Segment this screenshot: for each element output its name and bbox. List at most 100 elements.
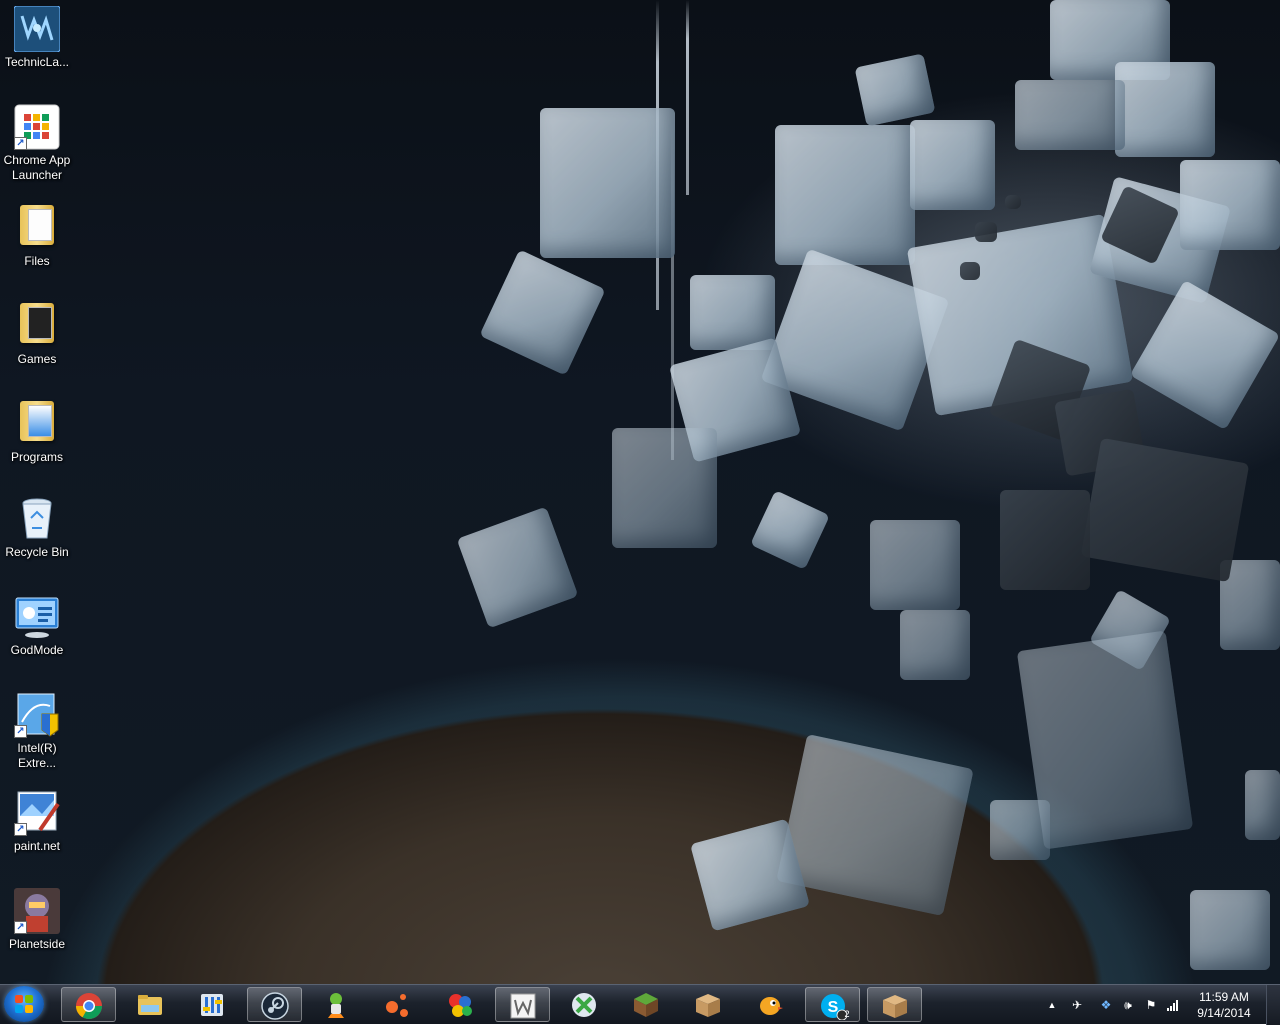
- shortcut-arrow-icon: ↗: [14, 823, 27, 836]
- wallpaper-cube: [990, 800, 1050, 860]
- action-center-flag-icon[interactable]: ⚑: [1144, 998, 1158, 1012]
- wallpaper-beam: [686, 0, 689, 195]
- desktop-icon-programs[interactable]: Programs: [0, 398, 74, 465]
- wallpaper-cube: [854, 53, 936, 127]
- wallpaper-cube: [1005, 195, 1021, 209]
- wallpaper-cube: [776, 733, 974, 917]
- desktop-icon-label: paint.net: [13, 839, 61, 853]
- intel-graphics-icon: ↗: [14, 692, 60, 738]
- desktop-icon-label: TechnicLa...: [4, 55, 70, 69]
- wallpaper-cube: [690, 275, 775, 350]
- wallpaper-cube: [870, 520, 960, 610]
- steam-icon: [261, 992, 289, 1020]
- start-button[interactable]: [4, 986, 44, 1022]
- taskbar-item-control-panel[interactable]: [185, 987, 240, 1022]
- wallpaper-cube: [1129, 279, 1280, 431]
- desktop-icon-chrome-app-launcher[interactable]: ↗ Chrome App Launcher: [0, 104, 74, 183]
- system-tray: ▲ ✈ ❖ 🕪 ⚑ 11:59 AM 9/14/2014: [1040, 985, 1280, 1025]
- xbox-icon: [572, 993, 596, 1017]
- desktop-icon-label: Planetside: [8, 937, 66, 951]
- wallpaper-cube: [900, 610, 970, 680]
- folder-icon: [14, 401, 60, 447]
- taskbar-item-steam[interactable]: [247, 987, 302, 1022]
- show-hidden-icons-icon[interactable]: ▲: [1045, 998, 1059, 1012]
- chrome-app-launcher-icon: ↗: [14, 104, 60, 150]
- wallpaper-cube: [750, 490, 830, 570]
- wallpaper-cube: [479, 249, 606, 376]
- control-panel-icon: [201, 994, 223, 1016]
- wallpaper-cube: [1245, 770, 1280, 840]
- wallpaper-cube: [1115, 62, 1215, 157]
- planetside-icon: ↗: [14, 888, 60, 934]
- desktop-icon-games[interactable]: Games: [0, 300, 74, 367]
- taskbar-item-kerbal[interactable]: [309, 987, 364, 1022]
- taskbar-item-paint[interactable]: [433, 987, 488, 1022]
- shortcut-arrow-icon: ↗: [14, 137, 27, 150]
- desktop-icon-label: GodMode: [10, 643, 64, 657]
- desktop-icon-planetside[interactable]: ↗ Planetside: [0, 888, 74, 952]
- clock[interactable]: 11:59 AM 9/14/2014: [1192, 989, 1256, 1021]
- taskbar-item-box-app[interactable]: [681, 987, 736, 1022]
- origin-icon: [386, 994, 408, 1017]
- desktop-icon-label: Chrome App Launcher: [3, 153, 71, 182]
- desktop-icon-godmode[interactable]: GodMode: [0, 594, 74, 658]
- wallpaper-cube: [975, 222, 997, 242]
- technic-launcher-icon: [13, 5, 61, 53]
- taskbar-item-wordpad[interactable]: [495, 987, 550, 1022]
- paintnet-icon: ↗: [14, 790, 60, 836]
- taskbar: S 2 ▲ ✈ ❖ 🕪 ⚑ 11:59 AM 9/14/2014: [0, 984, 1280, 1025]
- taskbar-item-explorer[interactable]: [123, 987, 178, 1022]
- wallpaper-cube: [1180, 160, 1280, 250]
- shortcut-arrow-icon: ↗: [14, 921, 27, 934]
- skype-notification-badge: 2: [844, 1009, 850, 1019]
- taskbar-item-chrome[interactable]: [61, 987, 116, 1022]
- wallpaper-cube: [1190, 890, 1270, 970]
- folder-icon: [138, 995, 162, 1015]
- desktop-icon-techniclauncher[interactable]: TechnicLa...: [0, 5, 74, 70]
- volume-icon[interactable]: 🕪: [1121, 998, 1135, 1012]
- desktop-icon-label: Intel(R) Extre...: [17, 741, 57, 770]
- dropbox-icon[interactable]: ❖: [1099, 998, 1113, 1012]
- wallpaper-cube: [910, 120, 995, 210]
- wallpaper-cube: [612, 428, 717, 548]
- wallpaper-cube: [1000, 490, 1090, 590]
- taskbar-item-xbox-game[interactable]: [557, 987, 612, 1022]
- airplane-icon[interactable]: ✈: [1070, 998, 1084, 1012]
- wallpaper-cube: [540, 108, 675, 258]
- folder-icon: [14, 205, 60, 251]
- wallpaper-cube: [1080, 437, 1250, 583]
- shortcut-arrow-icon: ↗: [14, 725, 27, 738]
- folder-icon: [14, 303, 60, 349]
- color-balls-icon: [449, 994, 472, 1017]
- network-signal-icon[interactable]: [1166, 998, 1180, 1012]
- wallpaper-cube: [456, 506, 579, 629]
- desktop-icon-paintnet[interactable]: ↗ paint.net: [0, 790, 74, 854]
- windows-logo-icon: [15, 995, 33, 1013]
- recycle-bin-icon: [14, 496, 60, 542]
- desktop-icon-recycle-bin[interactable]: Recycle Bin: [0, 496, 74, 560]
- desktop[interactable]: TechnicLa... ↗ Chrome App Launcher Files: [0, 0, 1280, 984]
- desktop-icon-label: Recycle Bin: [5, 545, 69, 559]
- w-letter-icon: [510, 993, 536, 1019]
- taskbar-item-skype[interactable]: S 2: [805, 987, 860, 1022]
- show-desktop-button[interactable]: [1266, 985, 1280, 1025]
- taskbar-item-origin[interactable]: [371, 987, 426, 1022]
- clock-date: 9/14/2014: [1197, 1006, 1251, 1020]
- kerbal-icon: [328, 993, 344, 1018]
- desktop-icon-label: Programs: [10, 450, 63, 464]
- chrome-icon: [75, 993, 103, 1020]
- grass-block-icon: [634, 993, 658, 1017]
- cardboard-box-icon: [696, 994, 720, 1017]
- wallpaper-cube: [960, 262, 980, 280]
- control-panel-icon: [14, 594, 60, 640]
- taskbar-item-bird-game[interactable]: [743, 987, 798, 1022]
- taskbar-item-minecraft[interactable]: [619, 987, 674, 1022]
- taskbar-item-box-app-2[interactable]: [867, 987, 922, 1022]
- desktop-icon-label: Games: [17, 352, 57, 366]
- desktop-icon-label: Files: [24, 254, 50, 268]
- desktop-icon-intel-extreme[interactable]: ↗ Intel(R) Extre...: [0, 692, 74, 771]
- wallpaper-cube: [775, 125, 915, 265]
- clock-time: 11:59 AM: [1199, 990, 1249, 1004]
- wallpaper-cube: [1015, 80, 1125, 150]
- desktop-icon-files[interactable]: Files: [0, 202, 74, 269]
